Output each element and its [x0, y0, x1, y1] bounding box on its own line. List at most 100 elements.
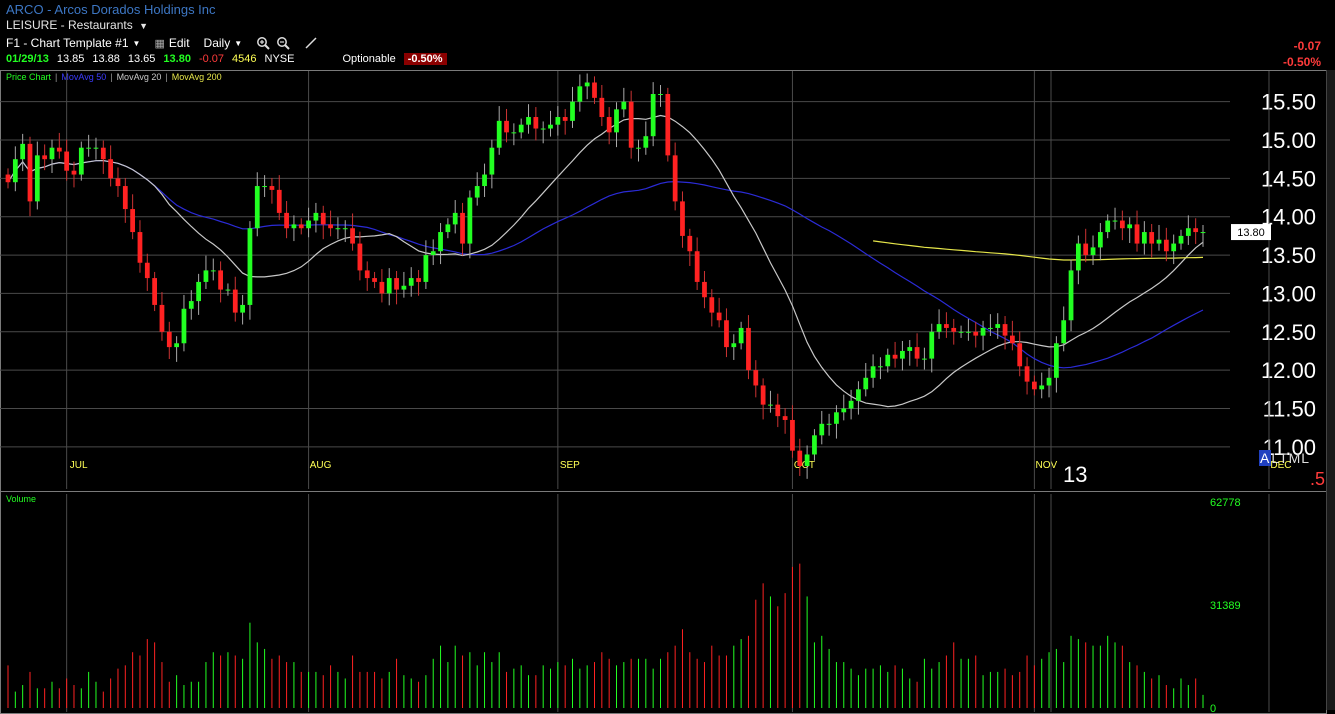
candle-body [291, 224, 297, 229]
candle-body [159, 304, 165, 332]
candle-body [914, 347, 920, 359]
candle-body [540, 128, 546, 130]
candle-body [562, 117, 568, 121]
candle-body [643, 136, 649, 148]
candle-body [658, 94, 663, 96]
candle-body [782, 416, 788, 420]
candle-body [988, 327, 993, 329]
candle-body [482, 174, 487, 187]
candle-body [841, 408, 847, 413]
candle-body [1061, 320, 1067, 344]
candle-body [870, 366, 876, 378]
candle-body [570, 101, 575, 121]
volume-label: Volume [6, 494, 37, 504]
candle-body [980, 327, 986, 336]
alt-ml-buttons[interactable]: ALTML [1259, 450, 1310, 466]
candle-body [27, 143, 33, 202]
candle-body [467, 197, 473, 244]
price-tick-label: 11.50 [1263, 396, 1316, 421]
candle-body [496, 120, 502, 148]
candle-body [1141, 232, 1147, 244]
alt-ml-rest[interactable]: LTML [1271, 450, 1310, 466]
candle-body [790, 419, 795, 451]
candle-body [1053, 343, 1059, 378]
candle-body [1031, 381, 1037, 390]
candle-body [518, 124, 524, 133]
candle-body [401, 285, 407, 290]
candle-body [174, 343, 180, 348]
candle-body [137, 232, 143, 263]
candle-body [878, 366, 883, 368]
candle-body [1002, 324, 1008, 336]
month-label: SEP [560, 460, 580, 471]
candle-body [298, 224, 304, 229]
candle-body [218, 270, 223, 290]
candle-body [900, 350, 905, 359]
candle-body [306, 220, 311, 229]
candle-body [746, 327, 751, 371]
candle-body [636, 147, 641, 149]
candle-body [342, 228, 348, 230]
candle-body [848, 400, 854, 409]
ma20-line [7, 114, 1204, 408]
price-volume-chart[interactable]: 15.5015.0014.5014.0013.5013.0012.5012.00… [0, 0, 1335, 714]
candle-body [958, 331, 964, 333]
candle-body [438, 232, 443, 252]
candle-body [240, 304, 245, 313]
candle-body [1010, 335, 1015, 344]
candle-body [122, 186, 128, 210]
candle-body [1163, 239, 1169, 252]
ma200-line [873, 240, 1204, 261]
candle-body [863, 377, 869, 390]
volume-tick-label: 62778 [1210, 497, 1241, 509]
candle-body [797, 450, 803, 466]
candle-body [555, 117, 561, 125]
candle-body [108, 159, 114, 179]
candle-body [210, 270, 216, 272]
candle-body [1134, 224, 1140, 244]
candle-body [1149, 232, 1155, 244]
candle-body [1024, 366, 1030, 382]
candle-body [687, 235, 693, 252]
candle-body [804, 454, 810, 466]
candle-body [1112, 220, 1118, 222]
candle-body [548, 124, 553, 129]
candle-body [86, 147, 92, 149]
candle-body [364, 270, 370, 279]
candle-body [1156, 239, 1162, 244]
candle-body [408, 278, 414, 286]
candle-body [49, 147, 55, 160]
candle-body [166, 331, 172, 348]
candle-body [922, 358, 927, 360]
candle-body [775, 404, 781, 417]
candle-body [262, 186, 267, 188]
candle-body [826, 423, 832, 425]
candle-body [181, 308, 187, 344]
candle-body [665, 94, 671, 156]
candle-body [738, 327, 744, 344]
candle-body [313, 212, 319, 221]
candle-body [203, 270, 209, 282]
candle-body [819, 423, 825, 436]
candle-body [357, 243, 363, 271]
ma50-line [7, 159, 1204, 369]
candle-body [71, 170, 77, 175]
alt-ml-a[interactable]: A [1259, 450, 1272, 466]
candle-body [1068, 270, 1074, 321]
candle-body [944, 324, 949, 328]
candle-body [995, 324, 1001, 328]
candle-body [1090, 247, 1096, 256]
candle-body [753, 370, 759, 386]
candle-body [834, 412, 839, 424]
volume-tick-label: 0 [1210, 703, 1216, 714]
candle-body [1105, 220, 1111, 233]
candle-body [907, 347, 913, 351]
candle-body [130, 209, 136, 233]
candle-body [34, 155, 40, 202]
candle-body [144, 262, 150, 279]
candle-body [5, 174, 11, 183]
candle-body [951, 327, 957, 332]
candle-body [93, 147, 99, 149]
candle-body [504, 120, 509, 133]
candle-body [628, 101, 634, 148]
